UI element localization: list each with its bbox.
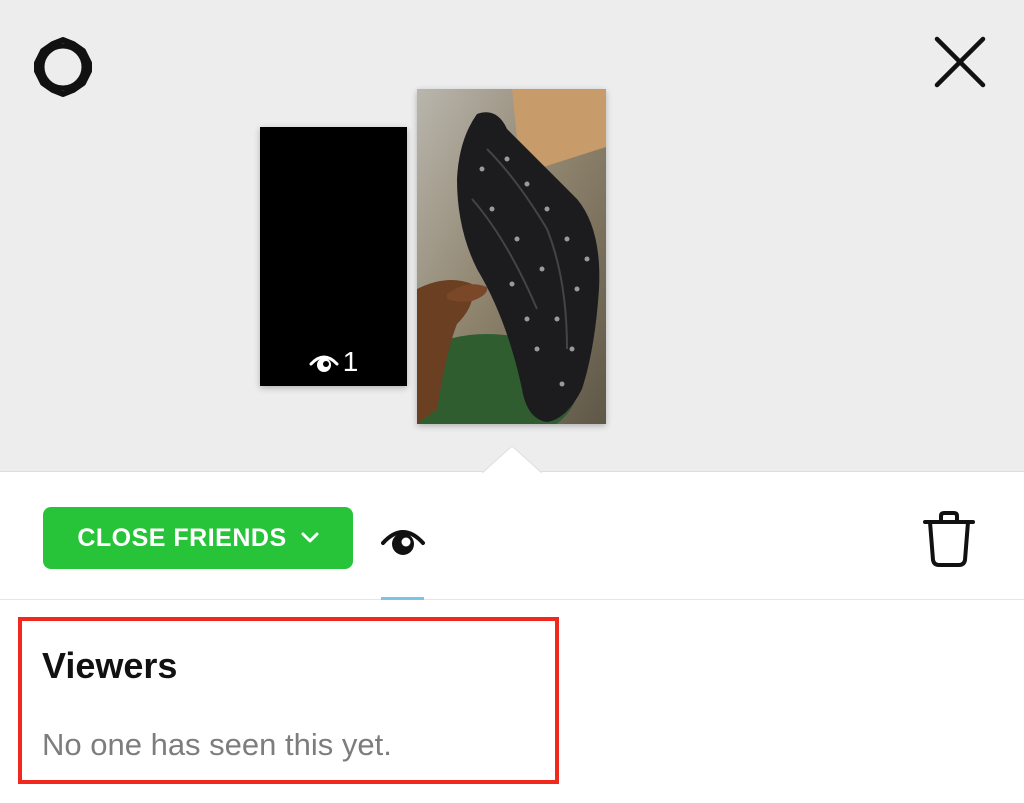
story-thumbnail-2[interactable] [417, 89, 606, 424]
eye-icon [309, 355, 339, 372]
close-icon [934, 36, 986, 88]
audience-label: CLOSE FRIENDS [77, 523, 287, 552]
active-tab-indicator [381, 597, 424, 600]
story-thumbnail-1[interactable]: 1 [260, 127, 407, 386]
close-button[interactable] [926, 28, 994, 96]
story-toolbar: CLOSE FRIENDS [0, 472, 1024, 600]
chevron-down-icon [301, 532, 319, 543]
viewers-section: Viewers No one has seen this yet. [18, 617, 559, 784]
eye-icon [381, 530, 425, 555]
viewers-empty-message: No one has seen this yet. [42, 727, 392, 762]
story-preview-area: 1 [0, 0, 1024, 474]
close-friends-button[interactable]: CLOSE FRIENDS [43, 507, 353, 569]
trash-icon [923, 511, 975, 567]
story-viewers-screen: 1 CLOSE FRIENDS Viewers No one has seen … [0, 0, 1024, 803]
delete-button[interactable] [916, 506, 982, 572]
view-count-value: 1 [342, 346, 359, 377]
sneaker-photo [417, 89, 606, 424]
selected-story-pointer [482, 446, 542, 474]
settings-button[interactable] [30, 34, 96, 100]
viewers-heading: Viewers [42, 645, 178, 686]
viewers-tab[interactable] [372, 516, 434, 564]
gear-icon [34, 37, 92, 97]
story-view-count: 1 [260, 346, 407, 378]
